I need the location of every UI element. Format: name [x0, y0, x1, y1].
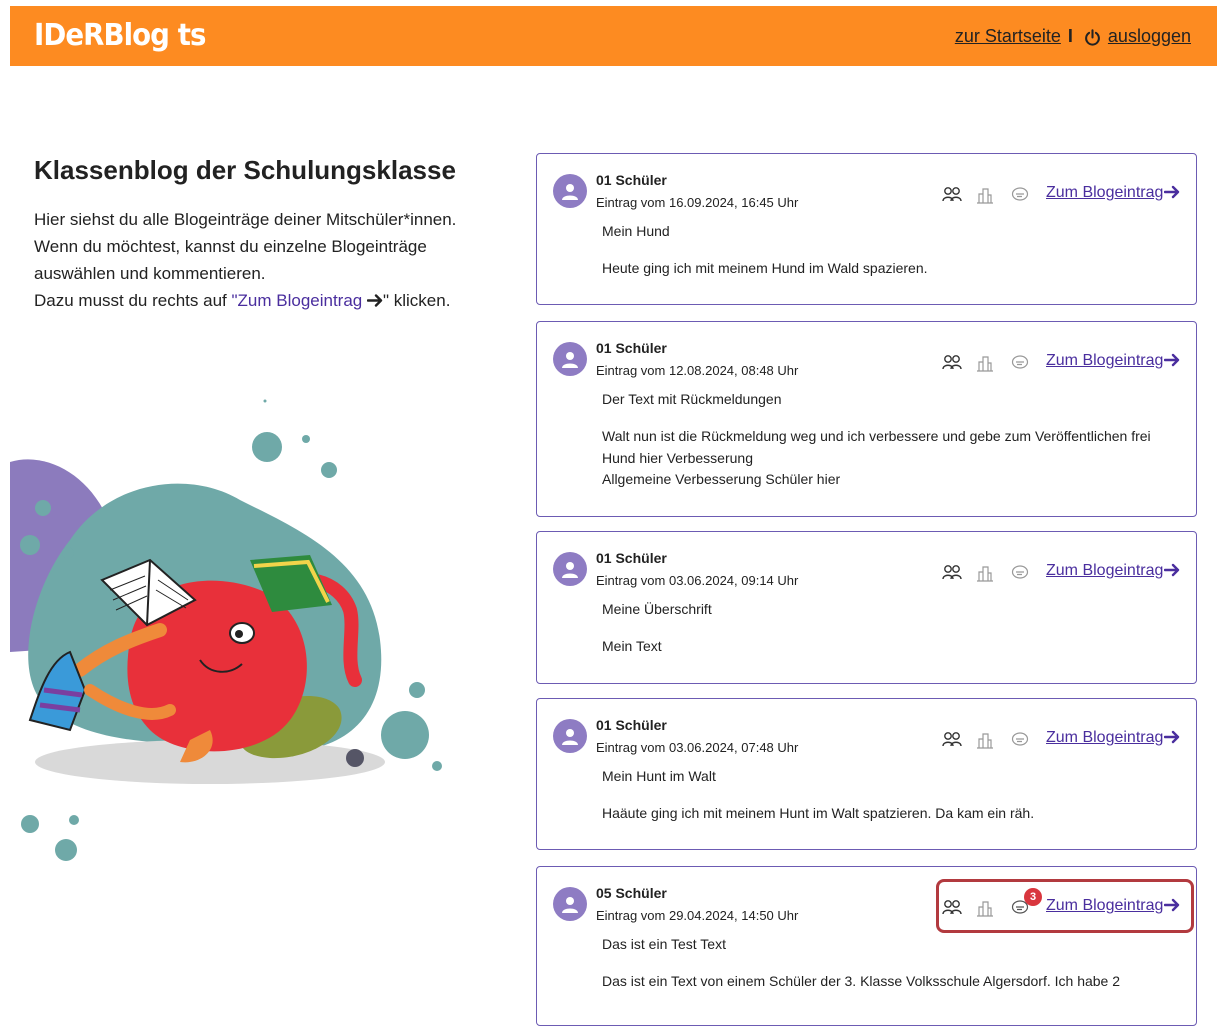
- highlight-box: [936, 879, 1194, 933]
- entry-title: Mein Hund: [602, 223, 670, 239]
- open-entry-link[interactable]: Zum Blogeintrag: [1046, 729, 1163, 747]
- entry-actions: Zum Blogeintrag: [942, 729, 1182, 753]
- intro-line-2: Wenn du möchtest, kannst du einzelne Blo…: [34, 237, 427, 256]
- user-icon: [562, 184, 578, 200]
- class-share-icon[interactable]: [942, 354, 962, 370]
- open-entry-link[interactable]: Zum Blogeintrag: [1046, 562, 1163, 580]
- entry-body-line: Mein Text: [602, 638, 662, 654]
- power-icon[interactable]: [1084, 29, 1101, 46]
- intro-line-4-post: " klicken.: [382, 291, 451, 310]
- blog-entry-card: 01 Schüler Eintrag vom 03.06.2024, 09:14…: [536, 531, 1197, 684]
- user-icon: [562, 729, 578, 745]
- intro-line-1: Hier siehst du alle Blogeinträge deiner …: [34, 210, 457, 229]
- avatar: [553, 887, 587, 921]
- entry-body-line: Heute ging ich mit meinem Hund im Wald s…: [602, 260, 928, 276]
- intro-line-4: Dazu musst du rechts auf "Zum Blogeintra…: [34, 287, 504, 314]
- comment-icon[interactable]: [1011, 731, 1029, 749]
- entry-body-line: Walt nun ist die Rückmeldung weg und ich…: [602, 428, 1151, 444]
- entry-date: Eintrag vom 03.06.2024, 07:48 Uhr: [596, 740, 799, 755]
- arrow-right-icon[interactable]: [1164, 563, 1180, 577]
- entry-author: 01 Schüler: [596, 172, 667, 188]
- blog-entry-card: 01 Schüler Eintrag vom 16.09.2024, 16:45…: [536, 153, 1197, 305]
- home-link[interactable]: zur Startseite: [955, 26, 1061, 46]
- entry-body: Das ist ein Text von einem Schüler der 3…: [602, 971, 1172, 993]
- entry-actions: Zum Blogeintrag: [942, 184, 1182, 208]
- site-logo[interactable]: IDeRBlog ts: [34, 18, 206, 53]
- entry-author: 01 Schüler: [596, 550, 667, 566]
- entry-author: 01 Schüler: [596, 340, 667, 356]
- entry-body: Mein Text: [602, 636, 1172, 658]
- user-icon: [562, 562, 578, 578]
- avatar: [553, 174, 587, 208]
- class-share-icon[interactable]: [942, 731, 962, 747]
- entry-body: Walt nun ist die Rückmeldung weg und ich…: [602, 426, 1172, 491]
- arrow-right-icon[interactable]: [1164, 353, 1180, 367]
- top-navigation: zur Startseite I ausloggen: [955, 26, 1191, 47]
- comment-icon[interactable]: [1011, 186, 1029, 204]
- school-share-icon[interactable]: [976, 564, 994, 582]
- entry-date: Eintrag vom 29.04.2024, 14:50 Uhr: [596, 908, 799, 923]
- entry-body-line: Allgemeine Verbesserung Schüler hier: [602, 471, 841, 487]
- comment-icon[interactable]: [1011, 354, 1029, 372]
- entry-body-line: Das ist ein Text von einem Schüler der 3…: [602, 973, 1121, 989]
- entry-date: Eintrag vom 16.09.2024, 16:45 Uhr: [596, 195, 799, 210]
- nav-separator: I: [1067, 26, 1073, 46]
- reading-monster-illustration: [10, 399, 442, 861]
- school-share-icon[interactable]: [976, 186, 994, 204]
- entry-body-line: Haäute ging ich mit meinem Hunt im Walt …: [602, 805, 1035, 821]
- intro-section: Klassenblog der Schulungsklasse Hier sie…: [34, 155, 504, 314]
- class-share-icon[interactable]: [942, 186, 962, 202]
- blog-entry-card: 01 Schüler Eintrag vom 12.08.2024, 08:48…: [536, 321, 1197, 517]
- entry-title: Meine Überschrift: [602, 601, 712, 617]
- open-entry-link[interactable]: Zum Blogeintrag: [1046, 352, 1163, 370]
- entry-actions: Zum Blogeintrag: [942, 352, 1182, 376]
- comment-icon[interactable]: [1011, 564, 1029, 582]
- header-bar: IDeRBlog ts zur Startseite I ausloggen: [10, 6, 1217, 66]
- arrow-right-icon: [366, 294, 383, 307]
- page-title: Klassenblog der Schulungsklasse: [34, 155, 456, 185]
- entry-body: Haäute ging ich mit meinem Hunt im Walt …: [602, 803, 1172, 825]
- avatar: [553, 342, 587, 376]
- intro-line-4-pre: Dazu musst du rechts auf: [34, 291, 232, 310]
- avatar: [553, 719, 587, 753]
- entry-author: 05 Schüler: [596, 885, 667, 901]
- entry-body: Heute ging ich mit meinem Hund im Wald s…: [602, 258, 1172, 280]
- arrow-right-icon[interactable]: [1164, 730, 1180, 744]
- entry-title: Mein Hunt im Walt: [602, 768, 716, 784]
- school-share-icon[interactable]: [976, 731, 994, 749]
- entry-author: 01 Schüler: [596, 717, 667, 733]
- logout-link[interactable]: ausloggen: [1108, 26, 1191, 46]
- user-icon: [562, 897, 578, 913]
- school-share-icon[interactable]: [976, 354, 994, 372]
- intro-link-label: "Zum Blogeintrag: [231, 291, 367, 310]
- user-icon: [562, 352, 578, 368]
- entry-date: Eintrag vom 12.08.2024, 08:48 Uhr: [596, 363, 799, 378]
- entry-title: Das ist ein Test Text: [602, 936, 726, 952]
- avatar: [553, 552, 587, 586]
- open-entry-link[interactable]: Zum Blogeintrag: [1046, 184, 1163, 202]
- arrow-right-icon[interactable]: [1164, 185, 1180, 199]
- entry-actions: Zum Blogeintrag: [942, 562, 1182, 586]
- intro-link-text: "Zum Blogeintrag: [231, 291, 383, 310]
- entry-date: Eintrag vom 03.06.2024, 09:14 Uhr: [596, 573, 799, 588]
- entry-body-line: Hund hier Verbesserung: [602, 449, 753, 466]
- entry-title: Der Text mit Rückmeldungen: [602, 391, 782, 407]
- class-share-icon[interactable]: [942, 564, 962, 580]
- blog-entry-card: 01 Schüler Eintrag vom 03.06.2024, 07:48…: [536, 698, 1197, 850]
- intro-line-3: auswählen und kommentieren.: [34, 264, 266, 283]
